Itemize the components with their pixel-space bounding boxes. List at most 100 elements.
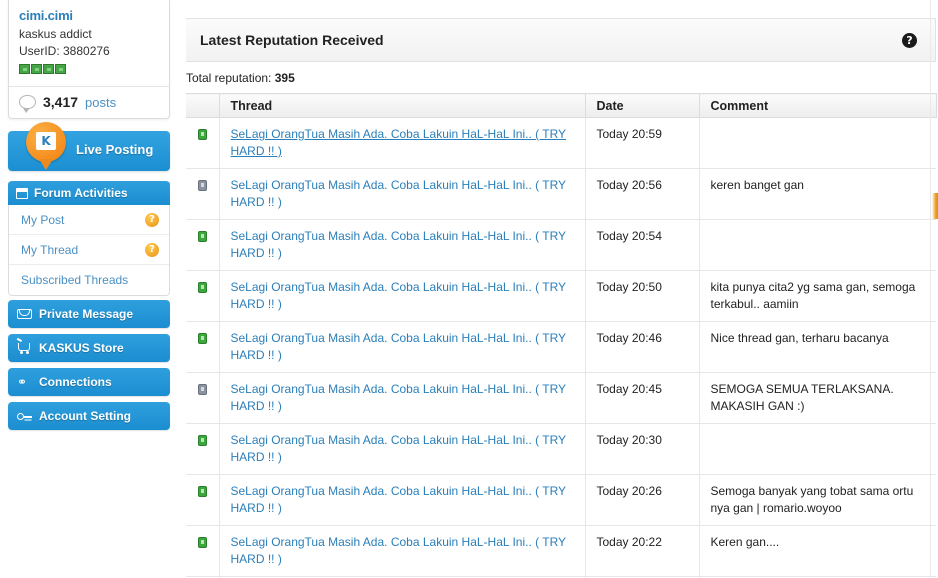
total-reputation-value: 395 (274, 71, 295, 85)
date-cell: Today 20:22 (585, 525, 700, 577)
row-status-cell (186, 525, 220, 577)
sidebar-item-label: Account Setting (39, 409, 131, 423)
sidebar-item-account-setting[interactable]: Account Setting (8, 402, 170, 430)
help-icon[interactable]: ? (145, 212, 159, 227)
row-status-cell (186, 168, 220, 220)
table-row: SeLagi OrangTua Masih Ada. Coba Lakuin H… (186, 423, 936, 475)
posts-summary: 3,417 posts (9, 87, 169, 118)
reputation-table: Thread Date Comment SeLagi OrangTua Masi… (186, 93, 937, 578)
forum-activities-title: Forum Activities (34, 186, 128, 200)
comment-cell: Nice thread gan, terharu bacanya (699, 321, 936, 373)
key-icon (17, 409, 32, 423)
profile-card: cimi.cimi kaskus addict UserID: 3880276 … (8, 0, 170, 119)
sidebar-item-connections[interactable]: ⚭ Connections (8, 368, 170, 396)
comment-cell: keren banget gan (699, 168, 936, 220)
row-status-cell (186, 219, 220, 271)
column-header-thread[interactable]: Thread (219, 93, 586, 118)
sidebar-item-private-message[interactable]: Private Message (8, 300, 170, 328)
thread-cell: SeLagi OrangTua Masih Ada. Coba Lakuin H… (219, 321, 586, 373)
table-row: SeLagi OrangTua Masih Ada. Coba Lakuin H… (186, 321, 936, 373)
thread-link[interactable]: SeLagi OrangTua Masih Ada. Coba Lakuin H… (231, 229, 566, 260)
forum-activities-box: Forum Activities My Post ? My Thread ? S… (8, 181, 170, 296)
reputation-block (19, 64, 30, 74)
column-header-comment[interactable]: Comment (699, 93, 937, 118)
main-panel: Latest Reputation Received ? Total reput… (186, 0, 938, 578)
thread-link[interactable]: SeLagi OrangTua Masih Ada. Coba Lakuin H… (231, 280, 566, 311)
comment-cell: kita punya cita2 yg sama gan, semoga ter… (699, 270, 936, 322)
table-row: SeLagi OrangTua Masih Ada. Coba Lakuin H… (186, 168, 936, 220)
thread-link[interactable]: SeLagi OrangTua Masih Ada. Coba Lakuin H… (231, 178, 566, 209)
kaskus-pin-icon: K (26, 122, 66, 170)
comment-cell (699, 117, 936, 169)
help-icon[interactable]: ? (145, 242, 159, 257)
column-header-date[interactable]: Date (585, 93, 700, 118)
sidebar-item-subscribed-threads[interactable]: Subscribed Threads (9, 265, 169, 295)
table-body: SeLagi OrangTua Masih Ada. Coba Lakuin H… (186, 117, 936, 578)
help-icon[interactable]: ? (902, 32, 917, 48)
row-status-cell (186, 270, 220, 322)
date-cell: Today 20:50 (585, 270, 700, 322)
reputation-positive-icon (197, 231, 207, 242)
comment-cell (699, 423, 936, 475)
date-cell: Today 20:46 (585, 321, 700, 373)
table-header-row: Thread Date Comment (186, 93, 937, 118)
thread-cell: SeLagi OrangTua Masih Ada. Coba Lakuin H… (219, 423, 586, 475)
page-root: cimi.cimi kaskus addict UserID: 3880276 … (0, 0, 938, 578)
reputation-positive-icon (197, 435, 207, 446)
reputation-positive-icon (197, 486, 207, 497)
thread-link[interactable]: SeLagi OrangTua Masih Ada. Coba Lakuin H… (231, 433, 566, 464)
row-status-cell (186, 117, 220, 169)
date-cell: Today 20:26 (585, 474, 700, 526)
sidebar-item-label: Private Message (39, 307, 134, 321)
reputation-block (55, 64, 66, 74)
table-row: SeLagi OrangTua Masih Ada. Coba Lakuin H… (186, 372, 936, 424)
thread-link[interactable]: SeLagi OrangTua Masih Ada. Coba Lakuin H… (231, 382, 566, 413)
reputation-block (31, 64, 42, 74)
sidebar-item-my-post[interactable]: My Post ? (9, 205, 169, 235)
total-reputation-label: Total reputation: (186, 71, 272, 85)
sidebar-item-kaskus-store[interactable]: KASKUS Store (8, 334, 170, 362)
posts-label: posts (85, 94, 117, 110)
side-tab-handle[interactable] (932, 193, 938, 219)
reputation-block (43, 64, 54, 74)
thread-link[interactable]: SeLagi OrangTua Masih Ada. Coba Lakuin H… (231, 484, 566, 515)
sidebar-item-label: My Thread (21, 242, 79, 257)
column-header-icon (186, 93, 220, 118)
date-cell: Today 20:30 (585, 423, 700, 475)
thread-link[interactable]: SeLagi OrangTua Masih Ada. Coba Lakuin H… (231, 127, 567, 158)
thread-link[interactable]: SeLagi OrangTua Masih Ada. Coba Lakuin H… (231, 331, 566, 362)
thread-cell: SeLagi OrangTua Masih Ada. Coba Lakuin H… (219, 168, 586, 220)
live-posting-button[interactable]: K Live Posting (8, 122, 170, 171)
user-title: kaskus addict (19, 27, 92, 41)
posts-count: 3,417 (43, 94, 79, 110)
row-status-cell (186, 423, 220, 475)
profile-info: cimi.cimi kaskus addict UserID: 3880276 (9, 0, 169, 80)
panel-header: Latest Reputation Received ? (186, 18, 936, 62)
thread-cell: SeLagi OrangTua Masih Ada. Coba Lakuin H… (219, 270, 586, 322)
thread-cell: SeLagi OrangTua Masih Ada. Coba Lakuin H… (219, 372, 586, 424)
comment-cell (699, 219, 936, 271)
comment-cell: Semoga banyak yang tobat sama ortu nya g… (699, 474, 936, 526)
thread-cell: SeLagi OrangTua Masih Ada. Coba Lakuin H… (219, 219, 586, 271)
panel-right-rule (930, 0, 931, 578)
username-link[interactable]: cimi.cimi (19, 8, 159, 24)
sidebar-item-my-thread[interactable]: My Thread ? (9, 235, 169, 265)
page-title: Latest Reputation Received (200, 32, 384, 48)
thread-link[interactable]: SeLagi OrangTua Masih Ada. Coba Lakuin H… (231, 535, 566, 566)
live-posting-label: Live Posting (76, 142, 154, 157)
comment-cell: SEMOGA SEMUA TERLAKSANA. MAKASIH GAN :) (699, 372, 936, 424)
connections-icon: ⚭ (17, 375, 28, 389)
table-row: SeLagi OrangTua Masih Ada. Coba Lakuin H… (186, 270, 936, 322)
date-cell: Today 20:56 (585, 168, 700, 220)
reputation-positive-icon (197, 282, 207, 293)
reputation-bar (19, 64, 159, 74)
total-reputation: Total reputation: 395 (186, 71, 295, 85)
thread-cell: SeLagi OrangTua Masih Ada. Coba Lakuin H… (219, 525, 586, 577)
table-row: SeLagi OrangTua Masih Ada. Coba Lakuin H… (186, 525, 936, 577)
date-cell: Today 20:45 (585, 372, 700, 424)
forum-activities-header: Forum Activities (8, 181, 170, 205)
reputation-positive-icon (197, 333, 207, 344)
sidebar-item-label: My Post (21, 212, 65, 227)
table-row: SeLagi OrangTua Masih Ada. Coba Lakuin H… (186, 219, 936, 271)
date-cell: Today 20:59 (585, 117, 700, 169)
